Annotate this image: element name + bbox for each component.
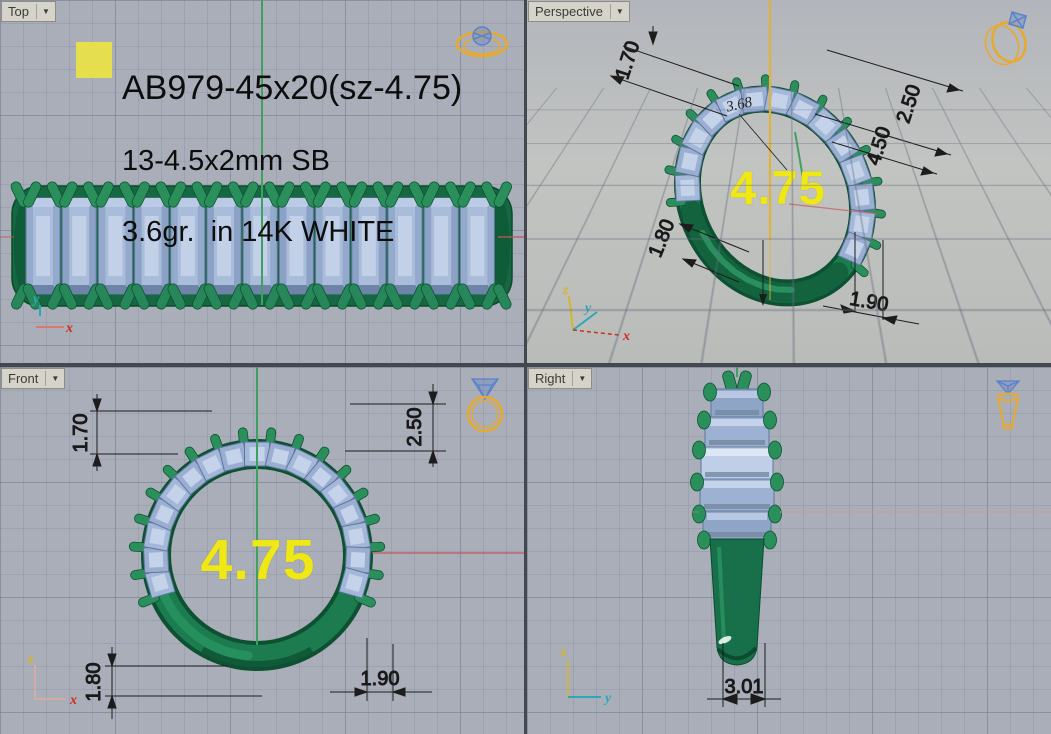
svg-text:1.80: 1.80 [644,216,679,260]
viewport-label-text: Top [8,4,29,19]
chevron-down-icon[interactable]: ▼ [614,7,626,16]
svg-text:1.70: 1.70 [611,38,644,82]
viewport-label-text: Front [8,371,39,386]
svg-text:4.50: 4.50 [863,124,896,168]
ring-size-label-front: 4.75 [200,528,316,592]
ring-orientation-icon-perspective [984,11,1027,66]
svg-text:1.80: 1.80 [83,663,105,702]
label-divider [572,371,574,386]
viewport-label-perspective[interactable]: Perspective ▼ [528,1,630,22]
cad-application-window: y x AB979-45x20(sz-4.75) 13-4.5x2mm SB 3… [0,0,1051,734]
dim-prong-height: 1.70 [70,394,212,471]
svg-text:1.70: 1.70 [70,414,92,453]
dim-shank-thickness: 1.80 [83,647,262,719]
weight-metal-spec: 3.6gr. in 14K WHITE [122,216,395,248]
dim-band-bottom: 1.90 [822,232,920,325]
axis-gizmo-top: y x [31,292,73,336]
label-divider [45,371,47,386]
axis-z-label: z [560,645,567,660]
viewport-top[interactable]: y x AB979-45x20(sz-4.75) 13-4.5x2mm SB 3… [0,0,524,363]
axis-gizmo-front: z x [27,652,77,708]
label-divider [609,4,611,19]
axis-gizmo-perspective: z y x [562,283,630,344]
svg-text:2.50: 2.50 [404,408,426,447]
viewport-label-text: Perspective [535,4,603,19]
svg-text:1.90: 1.90 [361,668,400,690]
ring-orientation-icon-top [455,26,509,58]
axis-x-label: x [69,693,77,708]
color-swatch [76,42,112,78]
dim-band-top: 2.50 [345,384,446,467]
label-divider [35,4,37,19]
svg-text:2.50: 2.50 [893,82,926,126]
dim-stone-width: 4.50 [831,124,938,176]
axis-x-label: x [622,329,630,344]
svg-text:3.01: 3.01 [725,676,764,698]
ring-orientation-icon-front [466,378,504,433]
axis-y-label: y [583,301,592,316]
viewport-front[interactable]: 1.70 2.50 1.80 1.90 z x 4.75 Front ▼ [0,367,524,734]
chevron-down-icon[interactable]: ▼ [576,374,588,383]
viewport-perspective[interactable]: 1.70 2.50 4.50 3.68 1.80 1.90 z y x 4.75… [527,0,1051,363]
axis-y-label: y [603,691,612,706]
stone-spec: 13-4.5x2mm SB [122,145,330,177]
design-title-block: AB979-45x20(sz-4.75) 13-4.5x2mm SB 3.6gr… [122,32,462,286]
dim-shank-thickness: 1.80 [644,216,750,283]
dim-shank-width: 3.01 [707,643,781,707]
viewport-label-right[interactable]: Right ▼ [528,368,593,389]
axis-z-label: z [27,652,34,667]
dim-band-bottom: 1.90 [330,638,432,701]
viewport-label-top[interactable]: Top ▼ [1,1,56,22]
viewport-label-front[interactable]: Front ▼ [1,368,66,389]
viewport-label-text: Right [535,371,566,386]
axis-x-label: x [65,321,73,336]
ring-size-label-perspective: 4.75 [730,161,826,214]
ring-orientation-icon-right [995,380,1021,430]
axis-y-label: y [31,292,40,307]
dim-prong-height: 1.70 [609,26,740,117]
axis-z-label: z [562,283,569,298]
annotations-right: 3.01 z y [527,367,1051,707]
svg-text:3.68: 3.68 [724,94,754,115]
axis-gizmo-right: z y [560,645,612,706]
design-code: AB979-45x20(sz-4.75) [122,69,463,107]
chevron-down-icon[interactable]: ▼ [49,374,61,383]
chevron-down-icon[interactable]: ▼ [40,7,52,16]
viewport-right[interactable]: 3.01 z y Right ▼ [527,367,1051,734]
